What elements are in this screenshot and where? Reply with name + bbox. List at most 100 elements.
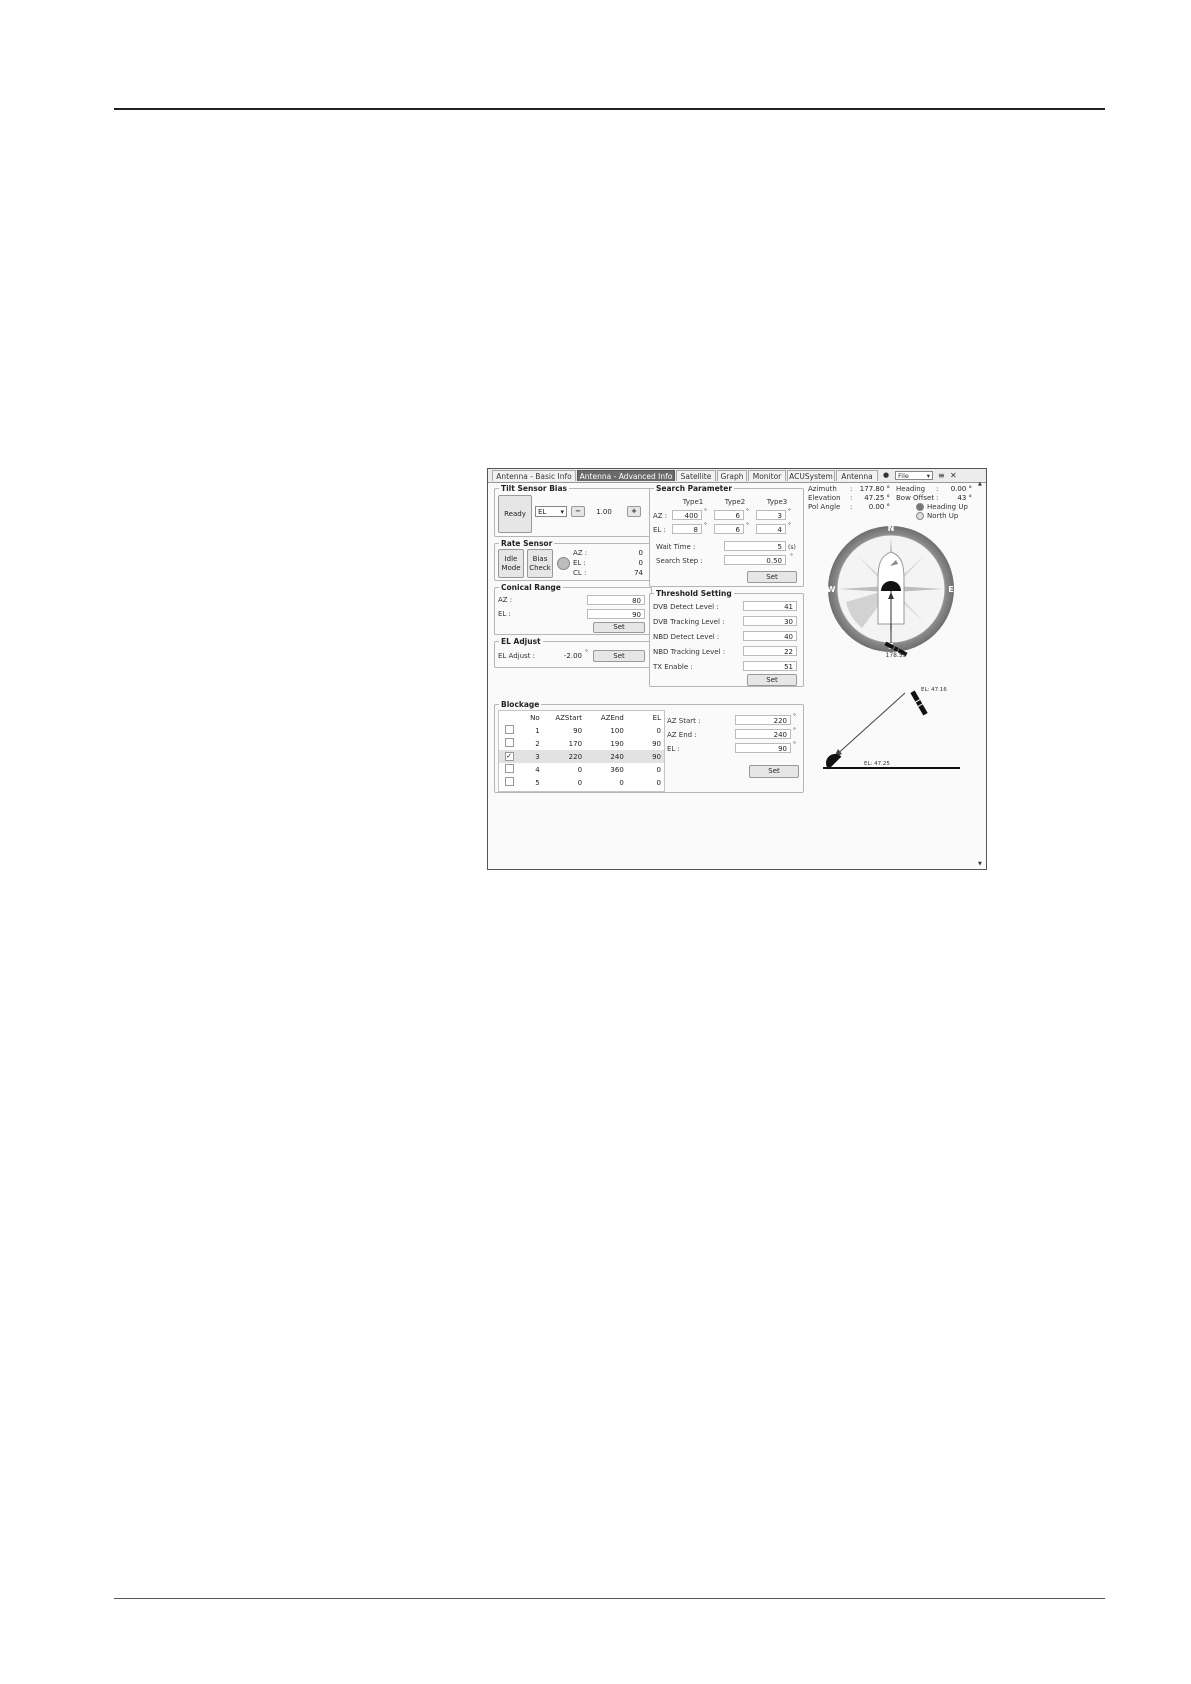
table-row[interactable]: 5 0 0 0 <box>499 776 664 789</box>
threshold-set-button[interactable]: Set <box>747 674 797 686</box>
ready-button[interactable]: Ready <box>498 495 532 533</box>
row-checkbox[interactable] <box>504 777 514 786</box>
nbd-detect-label: NBD Detect Level : <box>653 633 720 641</box>
cell-el: 0 <box>656 778 661 787</box>
el-adjust-value[interactable]: -2.00 <box>545 652 582 660</box>
search-set-button[interactable]: Set <box>747 571 797 583</box>
search-unit: ° <box>704 508 707 515</box>
cell-el: 90 <box>626 750 664 763</box>
group-title: Blockage <box>499 700 542 709</box>
search-az-type3-input[interactable]: 3 <box>756 510 786 520</box>
scroll-up-icon[interactable]: ▲ <box>978 481 982 487</box>
tilt-axis-select[interactable]: EL ▾ <box>535 506 567 517</box>
compass-e-label: E <box>948 585 953 594</box>
search-step-unit: ° <box>790 553 793 560</box>
table-row[interactable]: 4 0 360 0 <box>499 763 664 776</box>
close-icon[interactable]: ✕ <box>950 470 957 481</box>
nbd-tracking-input[interactable]: 22 <box>743 646 797 656</box>
dvb-tracking-input[interactable]: 30 <box>743 616 797 626</box>
column-header-azend: AZEnd <box>600 713 624 722</box>
table-row[interactable]: 2 170 190 90 <box>499 737 664 750</box>
dvb-detect-input[interactable]: 41 <box>743 601 797 611</box>
search-parameter-group: Search Parameter Type1 Type2 Type3 AZ : … <box>649 484 804 587</box>
file-combo[interactable]: File ▾ <box>895 471 933 480</box>
search-el-type3-input[interactable]: 4 <box>756 524 786 534</box>
blockage-el-input[interactable]: 90 <box>735 743 791 753</box>
heading-up-radio[interactable]: Heading Up <box>916 503 968 511</box>
scroll-down-icon[interactable]: ▼ <box>978 861 982 867</box>
blockage-unit: ° <box>793 713 796 720</box>
wait-time-unit: (s) <box>788 544 796 551</box>
increment-button[interactable]: + <box>627 506 641 517</box>
cell-el: 0 <box>656 726 661 735</box>
elevation-beam-line <box>833 692 906 758</box>
pol-angle-value: 0.00 ° <box>868 503 890 511</box>
el-adjust-set-button[interactable]: Set <box>593 650 645 662</box>
conical-el-input[interactable]: 90 <box>587 609 645 619</box>
search-step-input[interactable]: 0.50 <box>724 555 786 565</box>
search-el-type1-input[interactable]: 8 <box>672 524 702 534</box>
bow-offset-label: Bow Offset <box>896 494 935 502</box>
search-unit: ° <box>746 508 749 515</box>
blockage-az-end-input[interactable]: 240 <box>735 729 791 739</box>
tx-enable-input[interactable]: 51 <box>743 661 797 671</box>
tab-acusystem[interactable]: ACUSystem <box>787 470 835 481</box>
search-unit: ° <box>788 522 791 529</box>
nbd-detect-input[interactable]: 40 <box>743 631 797 641</box>
pin-icon[interactable]: ● <box>883 470 889 481</box>
search-unit: ° <box>704 522 707 529</box>
tab-graph[interactable]: Graph <box>717 470 747 481</box>
wait-time-input[interactable]: 5 <box>724 541 786 551</box>
cell-azend: 240 <box>585 750 627 763</box>
tab-antenna-ui[interactable]: Antenna UI <box>836 470 878 481</box>
bias-check-button[interactable]: Bias Check <box>527 549 553 578</box>
table-row[interactable]: 1 90 100 0 <box>499 724 664 737</box>
compass-view: N E S W 178.59 <box>827 524 954 659</box>
cell-azstart: 0 <box>577 765 583 774</box>
search-el-type2-input[interactable]: 6 <box>714 524 744 534</box>
table-row[interactable]: ✓ 3 220 240 90 <box>499 750 664 763</box>
cell-azstart: 170 <box>568 739 583 748</box>
row-checkbox[interactable] <box>504 738 514 747</box>
el-adjust-label: EL Adjust : <box>498 652 536 660</box>
elevation-label: Elevation <box>808 494 841 502</box>
cell-azstart: 220 <box>542 750 586 763</box>
tab-bar: Antenna - Basic Info Antenna - Advanced … <box>488 469 986 483</box>
conical-az-label: AZ : <box>498 596 513 604</box>
search-header-type3: Type3 <box>766 498 788 506</box>
blockage-set-button[interactable]: Set <box>749 765 799 778</box>
compass-az-readout: 178.59 <box>886 652 907 659</box>
nbd-tracking-label: NBD Tracking Level : <box>653 648 726 656</box>
menu-icon[interactable]: ≡ <box>938 470 945 481</box>
conical-set-button[interactable]: Set <box>593 622 645 633</box>
elevation-value: 47.25 ° <box>864 494 890 502</box>
tab-antenna-basic-info[interactable]: Antenna - Basic Info <box>492 470 576 481</box>
blockage-az-end-label: AZ End : <box>667 731 697 739</box>
row-checkbox-checked[interactable]: ✓ <box>504 752 514 761</box>
radio-selected-icon <box>916 503 924 511</box>
tab-antenna-advanced-info[interactable]: Antenna - Advanced Info <box>577 470 675 481</box>
threshold-setting-group: Threshold Setting DVB Detect Level : 41 … <box>649 589 804 687</box>
radio-icon <box>916 512 924 520</box>
search-az-type1-input[interactable]: 400 <box>672 510 702 520</box>
tilt-sensor-bias-group: Tilt Sensor Bias Ready EL ▾ − 1.00 + <box>494 484 652 537</box>
row-checkbox[interactable] <box>504 764 514 773</box>
tab-satellite[interactable]: Satellite <box>676 470 716 481</box>
chevron-down-icon: ▾ <box>560 508 564 516</box>
compass-n-label: N <box>888 524 895 533</box>
conical-az-input[interactable]: 80 <box>587 595 645 605</box>
idle-mode-button[interactable]: Idle Mode <box>498 549 524 578</box>
status-led <box>557 557 570 570</box>
heading-value: 0.00 ° <box>950 485 972 493</box>
blockage-az-start-input[interactable]: 220 <box>735 715 791 725</box>
acu-window: Antenna - Basic Info Antenna - Advanced … <box>487 468 987 870</box>
search-az-type2-input[interactable]: 6 <box>714 510 744 520</box>
group-title: Tilt Sensor Bias <box>499 484 570 493</box>
rate-el-value: 0 <box>638 559 643 567</box>
decrement-button[interactable]: − <box>571 506 585 517</box>
tab-monitor[interactable]: Monitor <box>748 470 786 481</box>
el-adjust-group: EL Adjust EL Adjust : -2.00 ° Set <box>494 637 652 668</box>
rate-cl-label: CL : <box>573 569 587 577</box>
north-up-radio[interactable]: North Up <box>916 512 958 520</box>
row-checkbox[interactable] <box>504 725 514 734</box>
